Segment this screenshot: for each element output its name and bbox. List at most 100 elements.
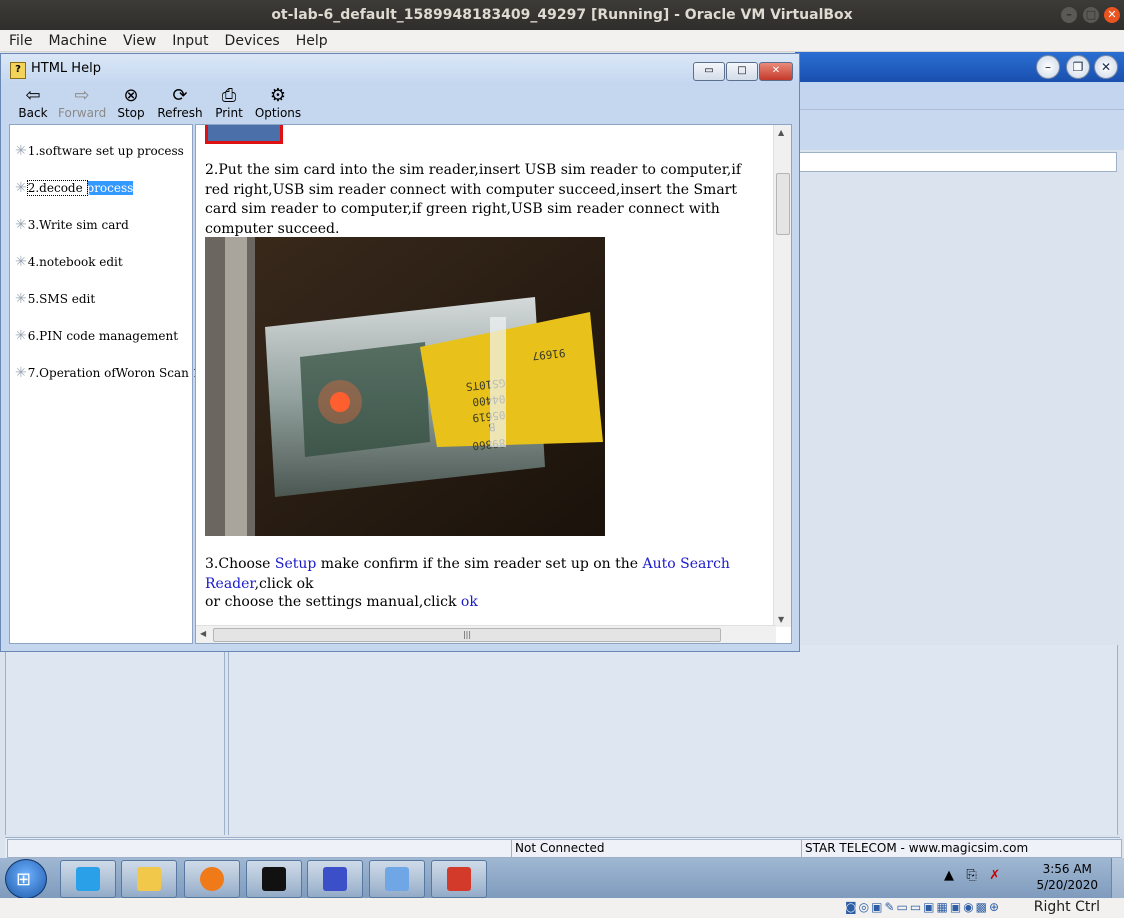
media-player-icon bbox=[200, 867, 224, 891]
toc-item-sms-edit[interactable]: ✳5.SMS edit bbox=[15, 291, 95, 307]
taskbar-internet-explorer[interactable] bbox=[60, 860, 116, 898]
menu-help[interactable]: Help bbox=[287, 30, 335, 52]
menu-input[interactable]: Input bbox=[163, 30, 215, 52]
menu-view[interactable]: View bbox=[114, 30, 163, 52]
app-minimize-button[interactable]: – bbox=[1036, 55, 1060, 79]
show-desktop-button[interactable] bbox=[1111, 858, 1124, 898]
forward-label: Forward bbox=[58, 106, 107, 120]
menu-file[interactable]: File bbox=[0, 30, 39, 52]
taskbar-command-prompt[interactable] bbox=[246, 860, 302, 898]
background-app-left-pane bbox=[5, 645, 225, 835]
step3-text-c: ,click ok bbox=[254, 575, 314, 592]
host-maximize-button[interactable]: □ bbox=[1083, 7, 1099, 23]
toc-label: 5.SMS edit bbox=[27, 292, 96, 306]
toc-item-notebook-edit[interactable]: ✳4.notebook edit bbox=[15, 254, 123, 270]
ok-link[interactable]: ok bbox=[461, 594, 478, 610]
toc-label: 7.Operation ofWoron Scan 1.09 bbox=[27, 366, 220, 380]
step3-text-b: make confirm if the sim reader set up on… bbox=[316, 556, 643, 572]
topic-icon: ✳ bbox=[15, 180, 27, 196]
refresh-icon: ⟳ bbox=[172, 85, 188, 106]
help-window-title: HTML Help bbox=[31, 61, 101, 76]
toc-item-pin-management[interactable]: ✳6.PIN code management bbox=[15, 328, 178, 344]
menu-machine[interactable]: Machine bbox=[39, 30, 114, 52]
start-button[interactable]: ⊞ bbox=[5, 859, 47, 899]
app-restore-button[interactable]: ❐ bbox=[1066, 55, 1090, 79]
status-company: STAR TELECOM - www.magicsim.com bbox=[801, 839, 1122, 858]
taskbar-toolbox-app[interactable] bbox=[431, 860, 487, 898]
stop-label: Stop bbox=[117, 106, 145, 120]
forward-arrow-icon: ⇨ bbox=[74, 85, 90, 106]
toc-item-software-setup[interactable]: ✳1.software set up process bbox=[15, 143, 184, 159]
setup-link[interactable]: Setup bbox=[275, 556, 316, 572]
topic-icon: ✳ bbox=[15, 291, 27, 307]
device-icon[interactable]: ⎘ bbox=[966, 868, 976, 883]
taskbar-media-player[interactable] bbox=[184, 860, 240, 898]
background-app-statusbar: Not Connected STAR TELECOM - www.magicsi… bbox=[5, 837, 1122, 858]
status-connection: Not Connected bbox=[511, 839, 804, 858]
content-horizontal-scrollbar[interactable]: ◀ ||| bbox=[196, 625, 776, 643]
stop-icon: ⊗ bbox=[123, 85, 139, 106]
options-button[interactable]: ⚙ Options bbox=[254, 86, 302, 122]
step3-text-d: or choose the settings manual,click bbox=[205, 594, 461, 610]
toc-pane: ✳1.software set up process ✳2.decode pro… bbox=[9, 124, 219, 644]
system-tray: ▲ ⎘ ✗ bbox=[944, 868, 1000, 883]
menu-devices[interactable]: Devices bbox=[216, 30, 287, 52]
horizontal-scroll-thumb[interactable]: ||| bbox=[213, 628, 721, 642]
toc-item-decode-process[interactable]: ✳2.decode process bbox=[15, 180, 134, 196]
host-window-titlebar: ot-lab-6_default_1589948183409_49297 [Ru… bbox=[0, 0, 1124, 30]
scroll-up-arrow-icon[interactable]: ▲ bbox=[778, 128, 784, 137]
previous-screenshot-image bbox=[205, 125, 283, 144]
step3-line1: 3.Choose Setup make confirm if the sim r… bbox=[205, 555, 780, 594]
system-clock[interactable]: 3:56 AM 5/20/2020 bbox=[1036, 861, 1098, 893]
sim-app-icon bbox=[323, 867, 347, 891]
background-app-titlebar: – ❐ ✕ bbox=[795, 52, 1124, 82]
background-app-panel bbox=[795, 110, 1124, 150]
toc-label: 6.PIN code management bbox=[27, 329, 179, 343]
help-titlebar: ? HTML Help ▭ □ ✕ bbox=[1, 54, 799, 84]
volume-muted-icon[interactable]: ✗ bbox=[989, 868, 1000, 883]
back-arrow-icon: ⇦ bbox=[25, 85, 41, 106]
options-label: Options bbox=[254, 106, 302, 120]
virtualbox-statusbar: ◙◎▣✎▭▭▣▦▣◉▩⊕ Right Ctrl bbox=[0, 898, 1124, 918]
background-app-right-pane bbox=[228, 645, 1118, 835]
clock-time: 3:56 AM bbox=[1042, 862, 1092, 876]
toc-label: 1.software set up process bbox=[27, 144, 184, 158]
show-hidden-icons-icon[interactable]: ▲ bbox=[944, 868, 954, 883]
content-vertical-scrollbar[interactable]: ▲ ▼ bbox=[773, 125, 791, 627]
scroll-down-arrow-icon[interactable]: ▼ bbox=[778, 615, 784, 624]
taskbar-sim-app[interactable] bbox=[307, 860, 363, 898]
print-button[interactable]: ⎙ Print bbox=[205, 86, 253, 122]
windows-logo-icon: ⊞ bbox=[16, 869, 32, 890]
sim-reader-photo: 91697 GS10TS 04400 05619 B 89860 bbox=[205, 237, 605, 536]
step2-paragraph: 2.Put the sim card into the sim reader,i… bbox=[205, 162, 742, 237]
taskbar-control-panel[interactable] bbox=[369, 860, 425, 898]
step3-line2: or choose the settings manual,click ok bbox=[205, 593, 780, 613]
scroll-left-arrow-icon[interactable]: ◀ bbox=[200, 629, 206, 638]
printer-icon: ⎙ bbox=[221, 85, 237, 106]
toolbox-icon bbox=[447, 867, 471, 891]
stop-button[interactable]: ⊗ Stop bbox=[107, 86, 155, 122]
host-menubar: File Machine View Input Devices Help bbox=[0, 30, 1124, 52]
host-minimize-button[interactable]: – bbox=[1061, 7, 1077, 23]
refresh-button[interactable]: ⟳ Refresh bbox=[156, 86, 204, 122]
vertical-scroll-thumb[interactable] bbox=[776, 173, 790, 235]
help-close-button[interactable]: ✕ bbox=[759, 62, 793, 81]
clock-date: 5/20/2020 bbox=[1036, 878, 1098, 892]
help-toolbar: ⇦ Back ⇨ Forward ⊗ Stop ⟳ Refresh ⎙ Prin… bbox=[1, 84, 799, 124]
toc-label: 2.decode bbox=[26, 180, 88, 196]
help-maximize-button[interactable]: □ bbox=[726, 62, 758, 81]
topic-icon: ✳ bbox=[15, 365, 27, 381]
virtualbox-device-icons[interactable]: ◙◎▣✎▭▭▣▦▣◉▩⊕ bbox=[845, 900, 1001, 914]
topic-icon: ✳ bbox=[15, 254, 27, 270]
help-content-pane: 2.Put the sim card into the sim reader,i… bbox=[195, 124, 792, 644]
app-close-button[interactable]: ✕ bbox=[1094, 55, 1118, 79]
toc-item-write-sim[interactable]: ✳3.Write sim card bbox=[15, 217, 129, 233]
forward-button[interactable]: ⇨ Forward bbox=[58, 86, 106, 122]
back-button[interactable]: ⇦ Back bbox=[9, 86, 57, 122]
help-minimize-button[interactable]: ▭ bbox=[693, 62, 725, 81]
taskbar-explorer[interactable] bbox=[121, 860, 177, 898]
toc-item-woron-scan[interactable]: ✳7.Operation ofWoron Scan 1.09 bbox=[15, 365, 219, 381]
options-icon: ⚙ bbox=[269, 85, 287, 106]
host-window-title: ot-lab-6_default_1589948183409_49297 [Ru… bbox=[271, 7, 853, 23]
host-close-button[interactable]: ✕ bbox=[1104, 7, 1120, 23]
